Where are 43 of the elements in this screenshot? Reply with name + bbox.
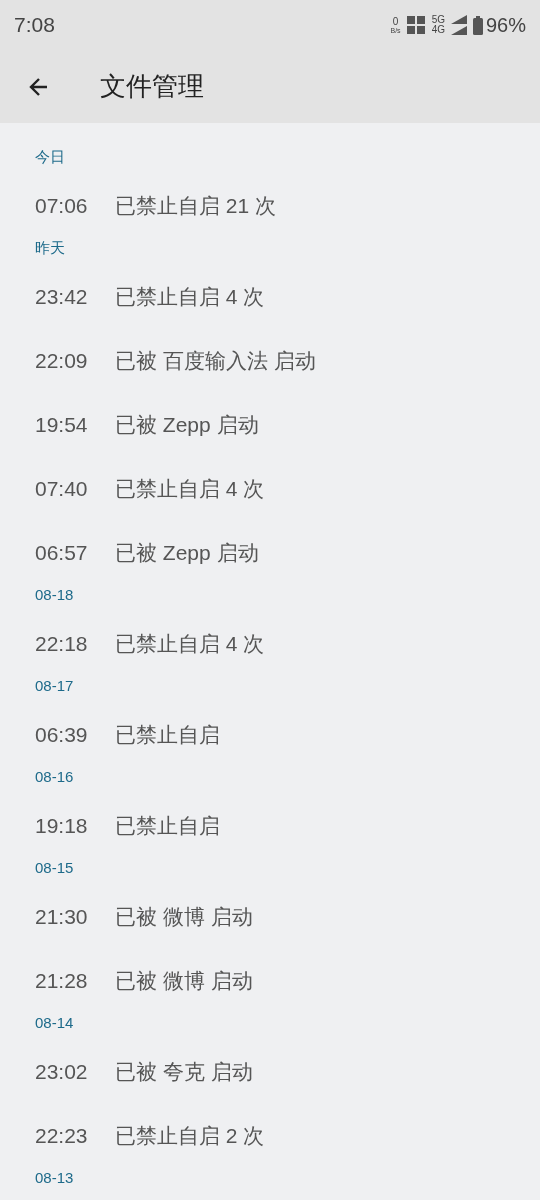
- log-message: 已被 微博 启动: [115, 904, 253, 931]
- log-time: 23:02: [35, 1059, 89, 1086]
- log-time: 22:09: [35, 348, 89, 375]
- log-time: 21:28: [35, 968, 89, 995]
- log-time: 22:23: [35, 1123, 89, 1150]
- log-message: 已禁止自启: [115, 722, 220, 749]
- log-message: 已被 百度输入法 启动: [115, 348, 316, 375]
- date-header: 08-15: [35, 858, 74, 878]
- date-header: 08-17: [35, 676, 74, 696]
- log-time: 06:39: [35, 722, 89, 749]
- log-time: 23:42: [35, 284, 89, 311]
- log-message: 已禁止自启 2 次: [115, 1123, 265, 1150]
- log-message: 已被 Zepp 启动: [115, 540, 259, 567]
- log-time: 07:40: [35, 476, 89, 503]
- signal-icon: [450, 15, 467, 35]
- log-message: 已禁止自启 4 次: [115, 476, 265, 503]
- battery-icon: [472, 15, 483, 35]
- status-time: 7:08: [14, 12, 55, 39]
- date-header: 昨天: [35, 238, 65, 258]
- network-type: 5G: [431, 15, 445, 25]
- net-speed: 0: [392, 16, 399, 27]
- battery-level: 96%: [485, 13, 526, 38]
- log-message: 已禁止自启: [115, 813, 220, 840]
- log-time: 22:18: [35, 631, 89, 658]
- log-message: 已禁止自启 4 次: [115, 631, 265, 658]
- log-message: 已禁止自启 4 次: [115, 284, 265, 311]
- log-time: 06:57: [35, 540, 89, 567]
- hd-icon: [406, 16, 426, 34]
- date-header: 08-14: [35, 1013, 74, 1033]
- date-header: 08-18: [35, 585, 74, 605]
- log-message: 已被 微博 启动: [115, 968, 253, 995]
- log-time: 07:06: [35, 193, 89, 220]
- log-time: 21:30: [35, 904, 89, 931]
- network-type: 4G: [431, 25, 445, 35]
- date-header: 08-16: [35, 767, 74, 787]
- date-header: 08-13: [35, 1168, 74, 1188]
- log-message: 已被 Zepp 启动: [115, 412, 259, 439]
- log-message: 已禁止自启 21 次: [115, 193, 277, 220]
- page-title: 文件管理: [100, 70, 204, 103]
- log-time: 19:54: [35, 412, 89, 439]
- log-time: 19:18: [35, 813, 89, 840]
- date-header: 今日: [35, 147, 65, 167]
- log-message: 已被 夸克 启动: [115, 1059, 253, 1086]
